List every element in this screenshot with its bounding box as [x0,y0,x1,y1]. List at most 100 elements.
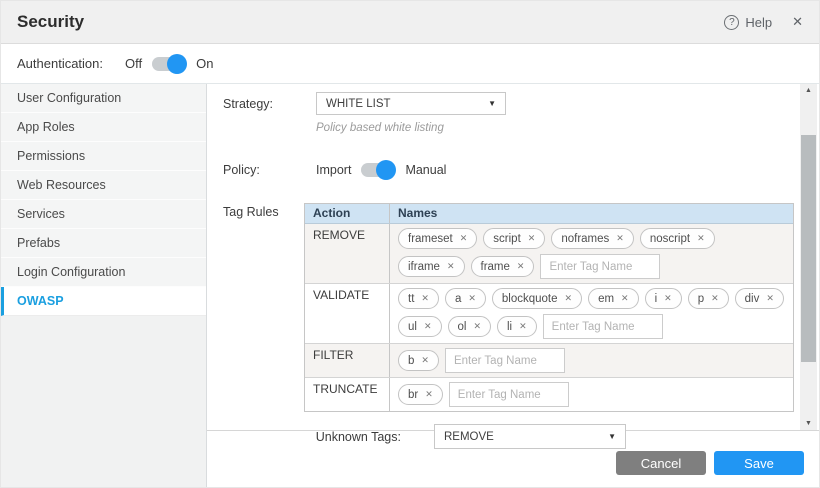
tag-chip: ul ✕ [398,316,442,337]
authentication-bar: Authentication: Off On [1,44,819,83]
action-cell: REMOVE [305,224,390,283]
sidebar-item-label: Services [17,207,65,221]
names-cell: tt✕a✕blockquote✕em✕i✕p✕div✕ul✕ol✕li✕ [390,284,793,343]
remove-tag-icon[interactable]: ✕ [766,293,774,304]
cancel-button[interactable]: Cancel [616,451,706,475]
enter-tag-name-input[interactable] [540,254,660,279]
unknown-tags-select[interactable]: REMOVE ▼ [434,424,626,449]
remove-tag-icon[interactable]: ✕ [697,233,705,244]
names-cell: b✕ [390,344,793,377]
sidebar-item-login-configuration[interactable]: Login Configuration [1,258,206,287]
remove-tag-icon[interactable]: ✕ [621,293,629,304]
column-header-action: Action [305,204,390,223]
toggle-knob [167,54,187,74]
scroll-down-icon[interactable]: ▼ [800,420,817,427]
remove-tag-icon[interactable]: ✕ [517,261,525,272]
tag-chip-label: ul [408,321,417,333]
tag-chip-label: ol [458,321,467,333]
sidebar-item-label: OWASP [17,294,64,308]
remove-tag-icon[interactable]: ✕ [565,293,573,304]
tag-chip: iframe ✕ [398,256,465,277]
remove-tag-icon[interactable]: ✕ [421,355,429,366]
tag-chip-label: b [408,355,414,367]
sidebar-item-label: Web Resources [17,178,106,192]
unknown-tags-label: Unknown Tags: [223,430,401,444]
tag-chip: em ✕ [588,288,639,309]
remove-tag-icon[interactable]: ✕ [468,293,476,304]
sidebar-item-label: Prefabs [17,236,60,250]
table-row: REMOVE frameset✕ script ✕ noframes ✕ noscript ✕… [305,224,793,284]
help-button[interactable]: ? Help [724,15,772,30]
tag-chip-label: a [455,293,461,305]
column-header-names: Names [390,204,793,223]
strategy-value: WHITE LIST [326,98,391,110]
scrollbar-thumb[interactable] [801,135,816,362]
names-cell: br ✕ [390,378,793,411]
tag-chip: b✕ [398,350,439,371]
tag-chip: ol ✕ [448,316,492,337]
tag-chip-label: noframes [561,233,609,245]
enter-tag-name-input[interactable] [543,314,663,339]
remove-tag-icon[interactable]: ✕ [711,293,719,304]
tag-chip: frameset✕ [398,228,477,249]
action-cell: VALIDATE [305,284,390,343]
remove-tag-icon[interactable]: ✕ [460,233,468,244]
policy-manual-label: Manual [405,163,446,177]
tag-rules-label: Tag Rules [223,203,304,219]
tag-chip-label: div [745,293,760,305]
tag-chip-label: em [598,293,614,305]
tag-chip: blockquote✕ [492,288,582,309]
remove-tag-icon[interactable]: ✕ [424,321,432,332]
tag-chip-label: frame [481,261,510,273]
remove-tag-icon[interactable]: ✕ [519,321,527,332]
policy-row: Policy: Import Manual [223,160,794,180]
tag-chip: tt ✕ [398,288,439,309]
main-column: Strategy: WHITE LIST ▼ Policy based whit… [207,84,819,488]
sidebar-item-permissions[interactable]: Permissions [1,142,206,171]
tag-chip-label: br [408,389,418,401]
save-button[interactable]: Save [714,451,804,475]
remove-tag-icon[interactable]: ✕ [447,261,455,272]
table-row: FILTERb✕ [305,344,793,378]
enter-tag-name-input[interactable] [449,382,569,407]
scroll-up-icon[interactable]: ▲ [800,87,817,94]
strategy-hint: Policy based white listing [316,122,794,134]
policy-toggle[interactable] [360,160,396,180]
sidebar-item-app-roles[interactable]: App Roles [1,113,206,142]
close-icon[interactable]: ✕ [792,14,803,30]
tag-chip: noframes ✕ [551,228,633,249]
sidebar-item-owasp[interactable]: OWASP [1,287,206,316]
vertical-scrollbar[interactable]: ▲ ▼ [800,84,817,430]
auth-off-label: Off [125,56,142,71]
authentication-toggle[interactable] [151,54,187,74]
tag-chip: a✕ [445,288,486,309]
action-cell: FILTER [305,344,390,377]
strategy-label: Strategy: [223,97,316,111]
remove-tag-icon[interactable]: ✕ [664,293,672,304]
tag-chip: div ✕ [735,288,784,309]
sidebar-item-prefabs[interactable]: Prefabs [1,229,206,258]
sidebar-item-label: User Configuration [17,91,121,105]
remove-tag-icon[interactable]: ✕ [421,293,429,304]
chevron-down-icon: ▼ [608,432,616,441]
table-row: VALIDATEtt✕a✕blockquote✕em✕i✕p✕div✕ul✕ol… [305,284,793,344]
remove-tag-icon[interactable]: ✕ [616,233,624,244]
help-label: Help [745,15,772,30]
sidebar: User Configuration App RolesPermissions We… [1,84,207,488]
remove-tag-icon[interactable]: ✕ [528,233,536,244]
remove-tag-icon[interactable]: ✕ [425,389,433,400]
enter-tag-name-input[interactable] [445,348,565,373]
unknown-tags-value: REMOVE [444,431,494,443]
tag-chip: br ✕ [398,384,443,405]
sidebar-item-web-resources[interactable]: Web Resources [1,171,206,200]
tag-chip-label: script [493,233,520,245]
sidebar-item-services[interactable]: Services [1,200,206,229]
sidebar-item-label: Login Configuration [17,265,125,279]
tag-chip-label: iframe [408,261,440,273]
tag-chip-label: tt [408,293,414,305]
dialog-header: Security ? Help ✕ [1,1,819,44]
tag-chip-label: noscript [650,233,690,245]
remove-tag-icon[interactable]: ✕ [473,321,481,332]
strategy-select[interactable]: WHITE LIST ▼ [316,92,506,115]
sidebar-item-user-configuration[interactable]: User Configuration [1,84,206,113]
